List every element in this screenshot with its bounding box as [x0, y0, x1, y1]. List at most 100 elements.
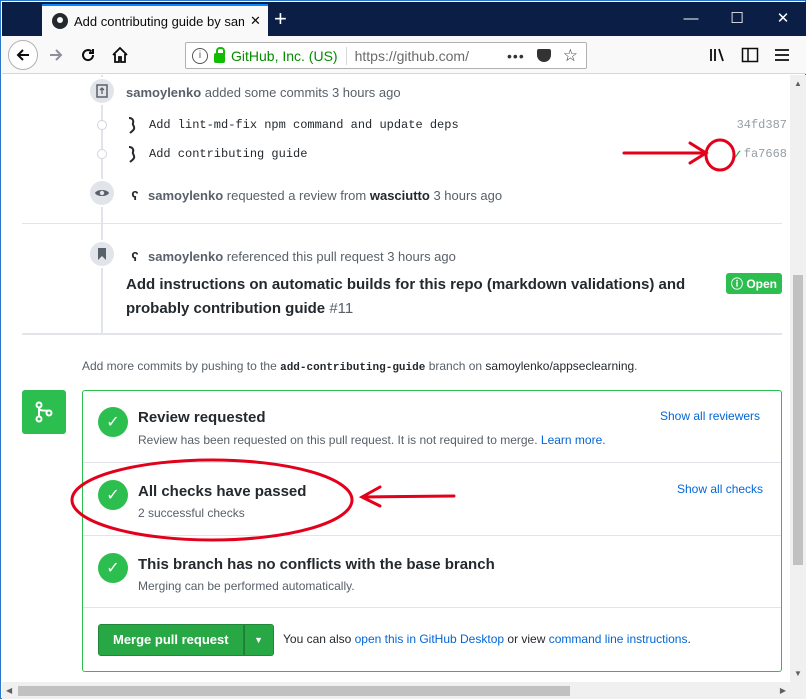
show-all-reviewers-link[interactable]: Show all reviewers [660, 409, 760, 423]
commits-event: samoylenko added some commits 3 hours ag… [126, 85, 401, 100]
browser-window: Add contributing guide by samoylenko ✕ +… [0, 0, 806, 699]
close-window-button[interactable]: ✕ [773, 8, 793, 30]
commit-row: Add contributing guide ✓ fa7668 [97, 143, 787, 165]
reference-event-text: referenced this pull request 3 hours ago [226, 249, 456, 264]
check-circle-icon: ✓ [98, 407, 128, 437]
reference-badge [88, 240, 116, 268]
alt-suffix: . [687, 632, 691, 646]
referenced-issue: Add instructions on automatic builds for… [126, 273, 726, 321]
commit-check-icon[interactable]: ✓ [733, 145, 742, 164]
referenced-issue-title-link[interactable]: Add instructions on automatic builds for… [126, 276, 685, 317]
review-requested-desc: Review has been requested on this pull r… [138, 433, 606, 447]
commit-sha-link[interactable]: 34fd387 [737, 118, 787, 132]
review-event-time[interactable]: 3 hours ago [433, 188, 502, 203]
commit-message-link[interactable]: Add contributing guide [149, 147, 307, 161]
back-button[interactable] [8, 40, 38, 70]
url-bar[interactable]: i GitHub, Inc. (US) https://github.com/ … [185, 42, 587, 69]
minimize-button[interactable]: — [681, 8, 701, 30]
conflicts-desc: Merging can be performed automatically. [138, 579, 355, 593]
user-avatar-icon[interactable] [125, 145, 141, 163]
scroll-right-icon[interactable]: ▶ [780, 686, 786, 695]
command-line-instructions-link[interactable]: command line instructions [549, 632, 688, 646]
show-all-checks-link[interactable]: Show all checks [677, 482, 763, 496]
push-hint-suffix: . [634, 359, 638, 373]
bookmark-icon [98, 248, 106, 260]
review-requested-title: Review requested [138, 409, 266, 426]
new-tab-button[interactable]: + [274, 6, 287, 32]
review-event: ʕ samoylenko requested a review from wasc… [128, 188, 502, 203]
commit-dot-icon [97, 120, 107, 130]
open-issue-icon: ⓘ [730, 277, 743, 291]
tab-strip: Add contributing guide by samoylenko ✕ +… [2, 2, 806, 36]
commit-author-link[interactable]: samoylenko [126, 85, 201, 100]
user-avatar-icon[interactable]: ʕ [128, 249, 142, 264]
merge-pull-request-button[interactable]: Merge pull request [98, 624, 244, 656]
hamburger-menu-icon [775, 49, 789, 61]
scroll-down-icon[interactable]: ▼ [794, 669, 802, 678]
alt-prefix: You can also [283, 632, 352, 646]
push-hint: Add more commits by pushing to the add-c… [82, 359, 638, 374]
maximize-button[interactable]: ☐ [727, 8, 747, 30]
review-requested-section: ✓ Review requested Review has been reque… [83, 391, 781, 463]
site-identity[interactable]: GitHub, Inc. (US) [231, 48, 338, 64]
commit-status-and-sha: ✓ fa7668 [733, 145, 787, 164]
bookmark-star-icon[interactable]: ☆ [563, 46, 578, 66]
tab-close-icon[interactable]: ✕ [250, 13, 261, 29]
pull-request-page: samoylenko added some commits 3 hours ag… [2, 75, 790, 682]
commit-dot-icon [97, 149, 107, 159]
home-button[interactable] [106, 41, 134, 69]
merge-method-dropdown[interactable]: ▼ [243, 624, 274, 656]
menu-button[interactable] [768, 41, 796, 69]
site-info-icon[interactable]: i [192, 47, 208, 64]
repo-push-icon [96, 84, 108, 98]
git-merge-icon [35, 401, 53, 423]
commit-sha-link[interactable]: fa7668 [744, 147, 787, 161]
library-button[interactable] [704, 41, 732, 69]
issue-state-label: Open [746, 277, 777, 291]
vertical-scrollbar[interactable]: ▲ ▼ [790, 75, 806, 682]
vertical-scroll-thumb[interactable] [793, 275, 803, 565]
home-icon [112, 46, 128, 63]
repo-name: samoylenko/appseclearning [485, 359, 635, 373]
reload-button[interactable] [74, 41, 102, 69]
merge-status-badge [22, 390, 66, 434]
url-text[interactable]: https://github.com/ [355, 48, 475, 64]
tab-active[interactable]: Add contributing guide by samoylenko ✕ [42, 4, 268, 36]
tab-title: Add contributing guide by samoylenko [74, 13, 244, 29]
timeline-divider [22, 223, 782, 224]
page-actions-menu-icon[interactable]: ••• [507, 48, 525, 64]
reviewer-link[interactable]: wasciutto [370, 188, 430, 203]
push-hint-middle: branch on [428, 359, 483, 373]
forward-button[interactable] [42, 41, 70, 69]
pocket-icon[interactable] [536, 49, 551, 62]
merge-box: ✓ Review requested Review has been reque… [82, 390, 782, 672]
reload-icon [82, 49, 95, 62]
horizontal-scrollbar[interactable]: ◀ ▶ [2, 682, 790, 699]
checks-section: ✓ All checks have passed 2 successful ch… [83, 463, 781, 536]
check-circle-icon: ✓ [98, 553, 128, 583]
learn-more-link[interactable]: Learn more. [541, 433, 606, 447]
merge-alternatives: You can also open this in GitHub Desktop… [283, 632, 691, 646]
eye-icon [95, 190, 109, 196]
timeline-end-divider [22, 333, 782, 335]
review-request-badge [88, 179, 116, 207]
checks-desc: 2 successful checks [138, 506, 245, 520]
referenced-issue-number[interactable]: #11 [329, 300, 353, 317]
check-circle-icon: ✓ [98, 480, 128, 510]
sidebar-button[interactable] [736, 41, 764, 69]
commit-message-link[interactable]: Add lint-md-fix npm command and update d… [149, 118, 459, 132]
reference-author-link[interactable]: samoylenko [148, 249, 223, 264]
url-separator [345, 46, 347, 65]
scroll-left-icon[interactable]: ◀ [6, 686, 12, 695]
horizontal-scroll-thumb[interactable] [18, 686, 570, 696]
conflicts-title: This branch has no conflicts with the ba… [138, 556, 495, 573]
back-arrow-icon [16, 49, 29, 61]
library-icon [710, 48, 724, 62]
scroll-up-icon[interactable]: ▲ [794, 79, 802, 88]
user-avatar-icon[interactable] [125, 116, 141, 134]
user-avatar-icon[interactable]: ʕ [128, 188, 142, 203]
review-author-link[interactable]: samoylenko [148, 188, 223, 203]
open-github-desktop-link[interactable]: open this in GitHub Desktop [355, 632, 504, 646]
checks-title: All checks have passed [138, 483, 307, 500]
push-hint-prefix: Add more commits by pushing to the [82, 359, 277, 373]
